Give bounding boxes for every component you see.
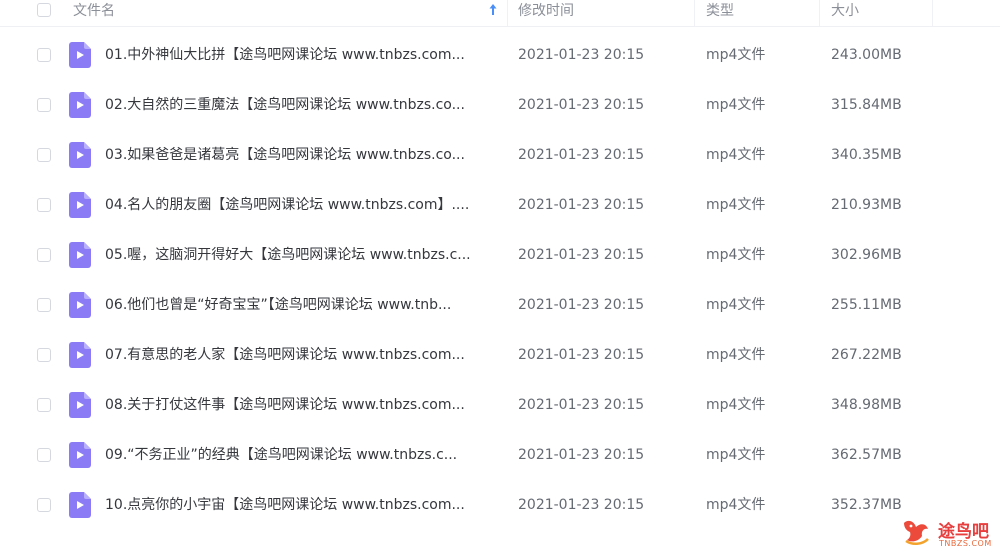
file-name[interactable]: 01.中外神仙大比拼【途鸟吧网课论坛 www.tnbzs.com... [105, 30, 498, 80]
file-name[interactable]: 08.关于打仗这件事【途鸟吧网课论坛 www.tnbzs.com... [105, 380, 498, 430]
bird-logo-icon [904, 520, 929, 545]
file-type: mp4文件 [706, 397, 766, 413]
file-row-checkbox[interactable] [37, 198, 51, 212]
file-row-checkbox[interactable] [37, 148, 51, 162]
file-row-checkbox[interactable] [37, 448, 51, 462]
file-type: mp4文件 [706, 97, 766, 113]
file-row-checkbox[interactable] [37, 48, 51, 62]
file-row[interactable]: 09.“不务正业”的经典【途鸟吧网课论坛 www.tnbzs.c... 2021-… [0, 430, 1000, 480]
file-name[interactable]: 05.喔，这脑洞开得好大【途鸟吧网课论坛 www.tnbzs.c... [105, 230, 498, 280]
column-divider[interactable] [932, 0, 933, 26]
file-size: 210.93MB [831, 197, 902, 213]
file-size: 243.00MB [831, 47, 902, 63]
column-divider[interactable] [694, 0, 695, 26]
file-row-checkbox[interactable] [37, 98, 51, 112]
file-name[interactable]: 04.名人的朋友圈【途鸟吧网课论坛 www.tnbzs.com】.... [105, 180, 498, 230]
file-row-checkbox[interactable] [37, 498, 51, 512]
site-watermark: 途鸟吧 TNBZS.COM [898, 515, 996, 551]
video-file-icon [69, 92, 91, 118]
file-size: 315.84MB [831, 97, 902, 113]
column-header-size[interactable]: 大小 [831, 0, 859, 26]
column-divider[interactable] [507, 0, 508, 26]
file-modified-time: 2021-01-23 20:15 [518, 347, 645, 363]
file-size: 348.98MB [831, 397, 902, 413]
file-row-checkbox[interactable] [37, 298, 51, 312]
column-header-modified[interactable]: 修改时间 [518, 0, 574, 26]
file-row-checkbox[interactable] [37, 348, 51, 362]
file-modified-time: 2021-01-23 20:15 [518, 197, 645, 213]
video-file-icon [69, 292, 91, 318]
file-type: mp4文件 [706, 47, 766, 63]
video-file-icon [69, 392, 91, 418]
column-header-name[interactable]: 文件名 [73, 0, 115, 26]
file-size: 267.22MB [831, 347, 902, 363]
file-row[interactable]: 03.如果爸爸是诸葛亮【途鸟吧网课论坛 www.tnbzs.co... 2021-… [0, 130, 1000, 180]
file-modified-time: 2021-01-23 20:15 [518, 247, 645, 263]
file-row[interactable]: 10.点亮你的小宇宙【途鸟吧网课论坛 www.tnbzs.com... 2021-… [0, 480, 1000, 530]
file-row[interactable]: 04.名人的朋友圈【途鸟吧网课论坛 www.tnbzs.com】.... 2021… [0, 180, 1000, 230]
sort-ascending-arrow-icon[interactable] [488, 3, 498, 17]
file-modified-time: 2021-01-23 20:15 [518, 497, 645, 513]
file-size: 362.57MB [831, 447, 902, 463]
video-file-icon [69, 442, 91, 468]
file-type: mp4文件 [706, 497, 766, 513]
file-type: mp4文件 [706, 447, 766, 463]
file-type: mp4文件 [706, 297, 766, 313]
file-row-checkbox[interactable] [37, 248, 51, 262]
file-name[interactable]: 06.他们也曾是“好奇宝宝”【途鸟吧网课论坛 www.tnb... [105, 280, 498, 330]
select-all-checkbox[interactable] [37, 3, 51, 17]
watermark-subtext: TNBZS.COM [939, 539, 992, 548]
file-modified-time: 2021-01-23 20:15 [518, 297, 645, 313]
file-modified-time: 2021-01-23 20:15 [518, 97, 645, 113]
file-row[interactable]: 01.中外神仙大比拼【途鸟吧网课论坛 www.tnbzs.com... 2021-… [0, 30, 1000, 80]
file-row[interactable]: 06.他们也曾是“好奇宝宝”【途鸟吧网课论坛 www.tnb... 2021-01… [0, 280, 1000, 330]
file-row[interactable]: 07.有意思的老人家【途鸟吧网课论坛 www.tnbzs.com... 2021-… [0, 330, 1000, 380]
file-name[interactable]: 07.有意思的老人家【途鸟吧网课论坛 www.tnbzs.com... [105, 330, 498, 380]
video-file-icon [69, 342, 91, 368]
file-modified-time: 2021-01-23 20:15 [518, 397, 645, 413]
file-row[interactable]: 08.关于打仗这件事【途鸟吧网课论坛 www.tnbzs.com... 2021-… [0, 380, 1000, 430]
file-modified-time: 2021-01-23 20:15 [518, 447, 645, 463]
video-file-icon [69, 192, 91, 218]
file-name[interactable]: 03.如果爸爸是诸葛亮【途鸟吧网课论坛 www.tnbzs.co... [105, 130, 498, 180]
file-type: mp4文件 [706, 347, 766, 363]
file-size: 340.35MB [831, 147, 902, 163]
file-type: mp4文件 [706, 197, 766, 213]
file-list-view: 文件名 修改时间 类型 大小 01.中外神仙大比拼【途鸟吧网课论坛 www.tn… [0, 0, 1000, 554]
file-modified-time: 2021-01-23 20:15 [518, 147, 645, 163]
file-size: 352.37MB [831, 497, 902, 513]
video-file-icon [69, 142, 91, 168]
video-file-icon [69, 242, 91, 268]
file-list-header: 文件名 修改时间 类型 大小 [0, 0, 1000, 27]
column-header-type[interactable]: 类型 [706, 0, 734, 26]
file-type: mp4文件 [706, 247, 766, 263]
video-file-icon [69, 42, 91, 68]
file-row-checkbox[interactable] [37, 398, 51, 412]
file-name[interactable]: 10.点亮你的小宇宙【途鸟吧网课论坛 www.tnbzs.com... [105, 480, 498, 530]
file-name[interactable]: 09.“不务正业”的经典【途鸟吧网课论坛 www.tnbzs.c... [105, 430, 498, 480]
file-row[interactable]: 05.喔，这脑洞开得好大【途鸟吧网课论坛 www.tnbzs.c... 2021-… [0, 230, 1000, 280]
file-type: mp4文件 [706, 147, 766, 163]
file-modified-time: 2021-01-23 20:15 [518, 47, 645, 63]
column-divider[interactable] [819, 0, 820, 26]
file-row[interactable]: 02.大自然的三重魔法【途鸟吧网课论坛 www.tnbzs.co... 2021-… [0, 80, 1000, 130]
file-name[interactable]: 02.大自然的三重魔法【途鸟吧网课论坛 www.tnbzs.co... [105, 80, 498, 130]
file-size: 302.96MB [831, 247, 902, 263]
file-size: 255.11MB [831, 297, 902, 313]
video-file-icon [69, 492, 91, 518]
